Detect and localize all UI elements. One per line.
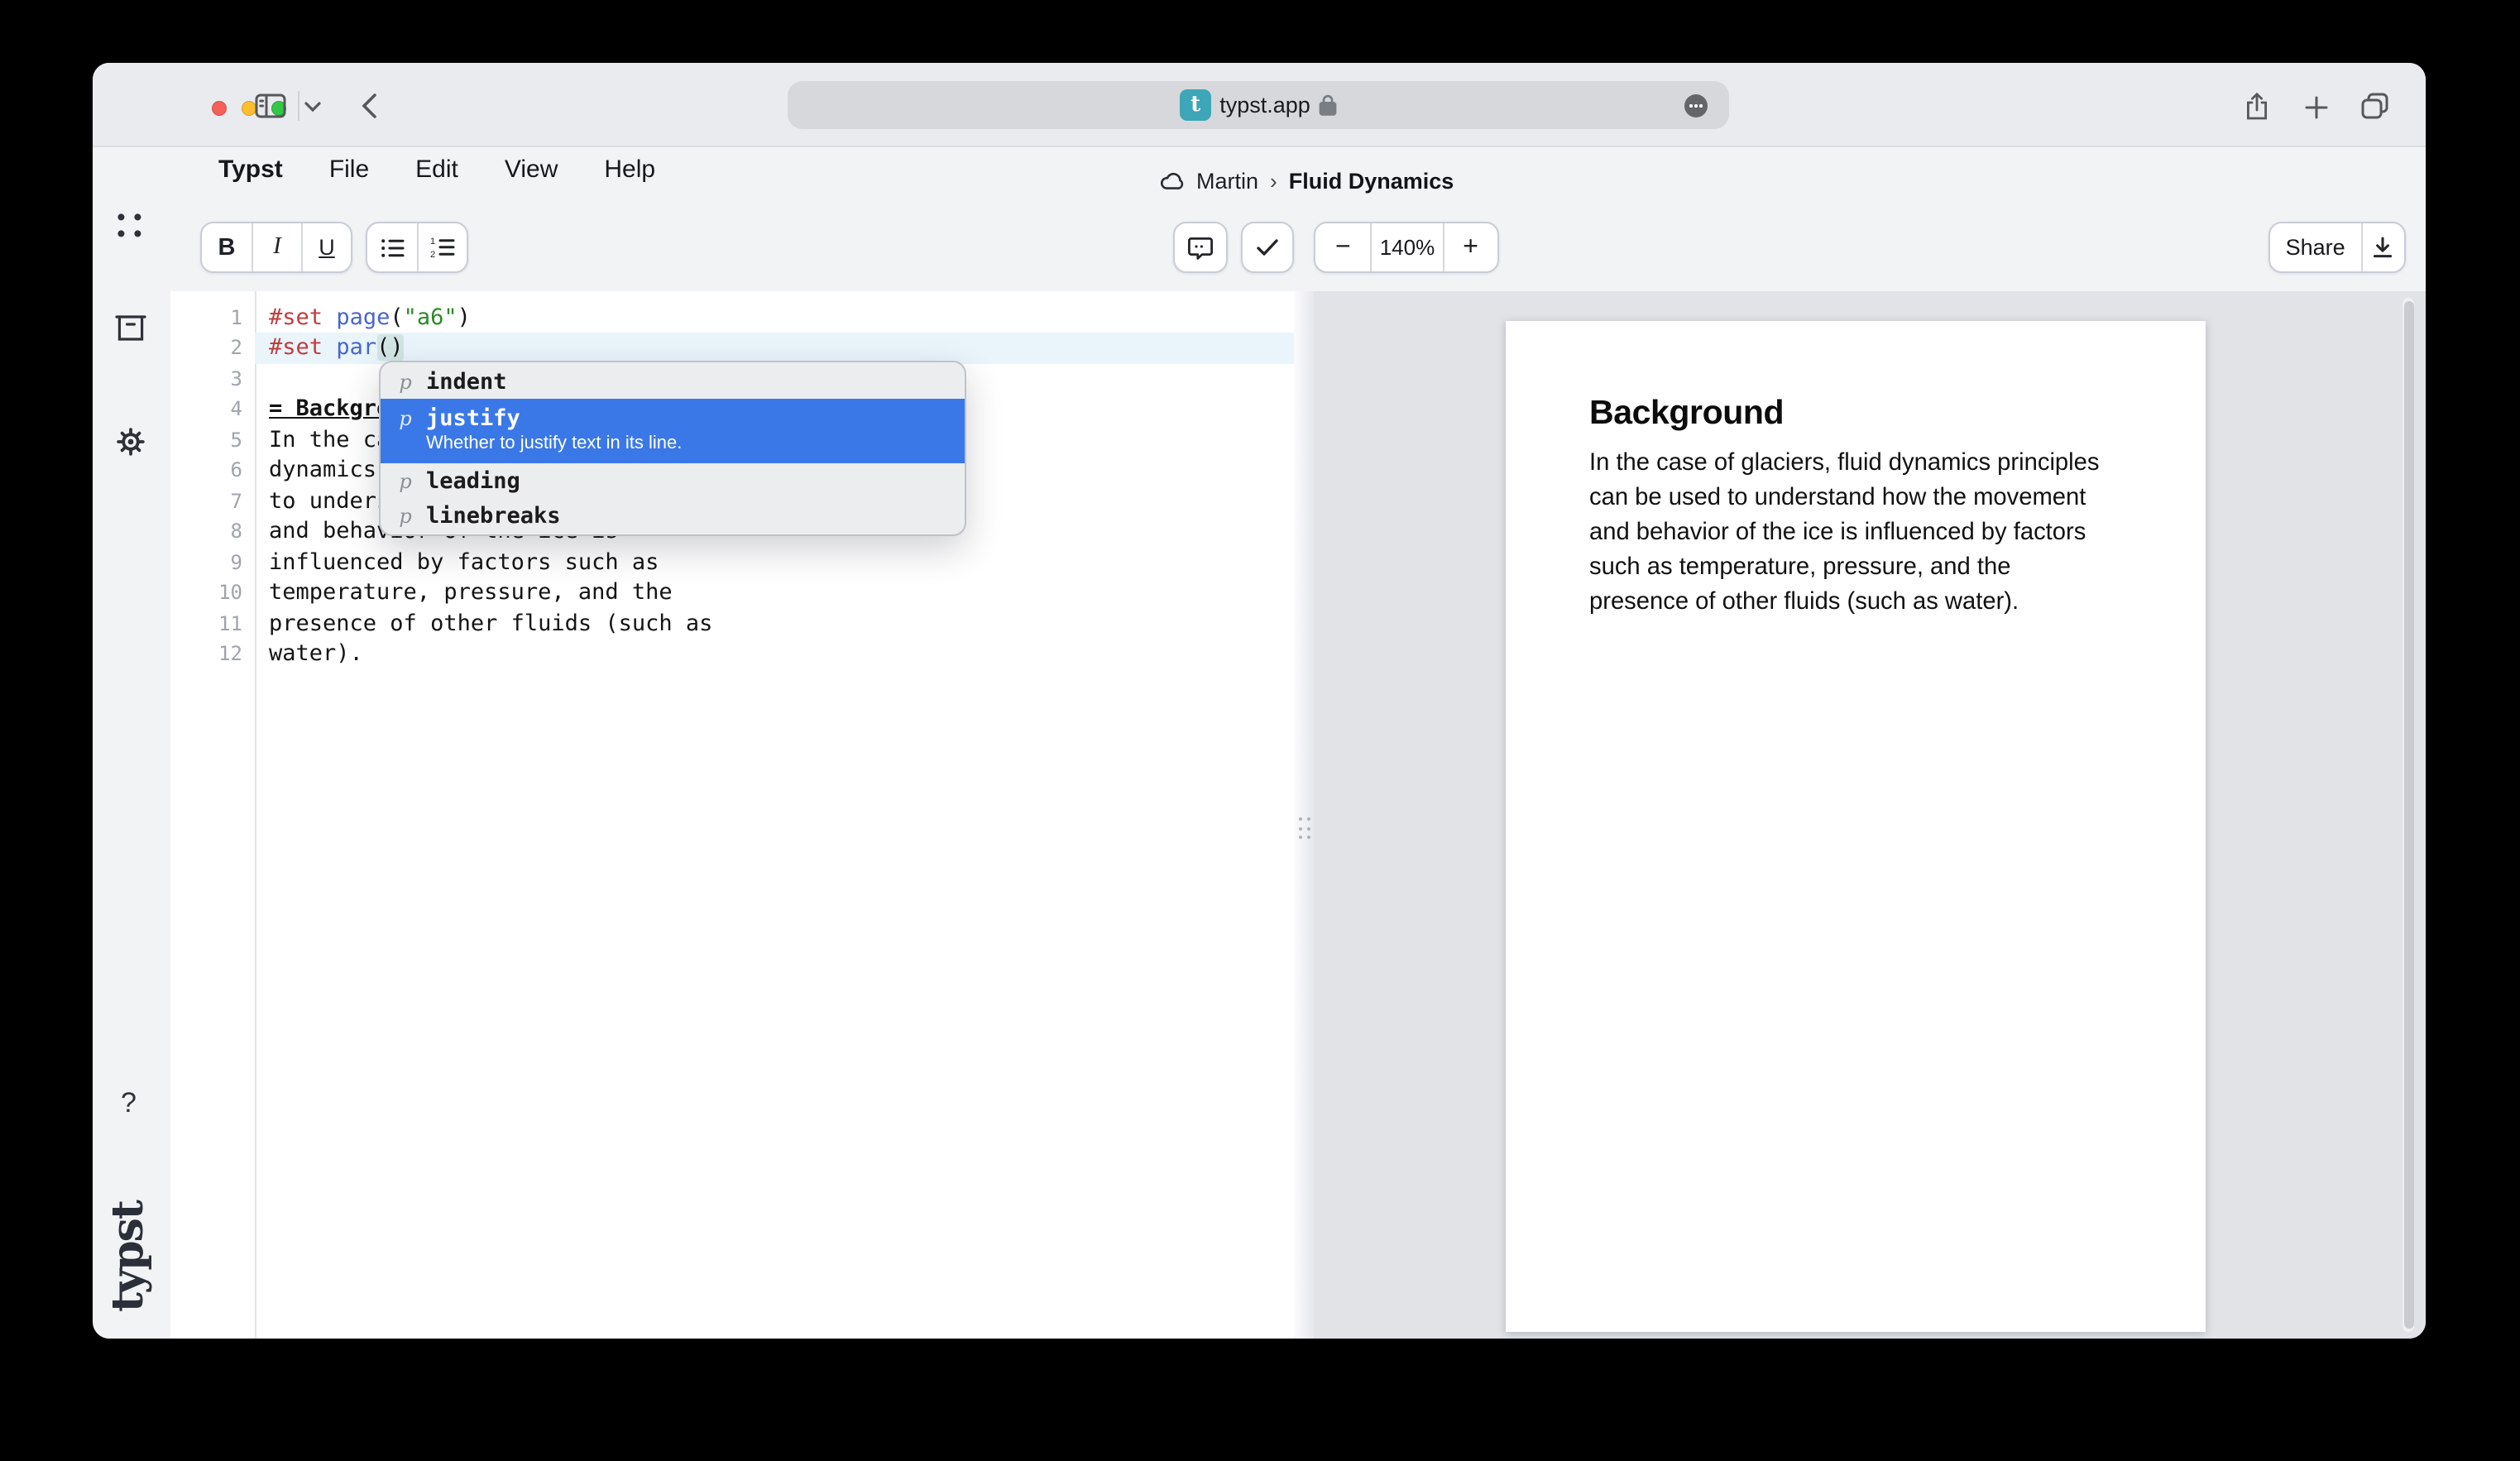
screen: t typst.app [0, 0, 2520, 1461]
underline-button[interactable]: U [301, 223, 351, 271]
line-number: 5 [170, 424, 242, 455]
zoom-level[interactable]: 140% [1371, 223, 1442, 271]
share-button[interactable]: Share [2270, 223, 2360, 271]
line-number: 4 [170, 394, 242, 424]
gear-icon[interactable] [116, 427, 146, 457]
autocomplete-item-justify[interactable]: p justifyWhether to justify text in its l… [380, 399, 964, 463]
files-box-icon[interactable] [114, 314, 147, 342]
app-menubar: Typst File Edit View Help [218, 156, 655, 184]
text-style-group: B I U [200, 222, 352, 273]
help-button[interactable]: ? [121, 1087, 137, 1120]
autocomplete-description: Whether to justify text in its line. [426, 434, 947, 455]
line-number: 9 [170, 547, 242, 577]
autocomplete-label: linebreaks [426, 502, 561, 529]
code-line-2[interactable]: 2 #set par() [170, 333, 1293, 363]
cloud-icon [1160, 172, 1185, 190]
line-number: 11 [170, 608, 242, 639]
checkmark-icon[interactable] [1243, 223, 1292, 271]
dashboard-grid-icon[interactable] [116, 212, 144, 240]
autocomplete-item-indent[interactable]: pindent [380, 364, 964, 399]
tab-overview-icon[interactable] [2361, 93, 2389, 119]
parameter-icon: p [396, 504, 414, 527]
code-line-11[interactable]: 11 presence of other fluids (such as [170, 608, 1293, 639]
scrollbar-thumb[interactable] [2403, 301, 2413, 1329]
code-line-12[interactable]: 12 water). [170, 639, 1293, 669]
url-text: typst.app [1219, 93, 1310, 117]
line-number: 12 [170, 639, 242, 669]
page-options-icon[interactable] [1684, 94, 1708, 117]
list-group: 1 2 [366, 222, 468, 273]
bold-button[interactable]: B [202, 223, 252, 271]
code-line-10[interactable]: 10 temperature, pressure, and the [170, 577, 1293, 608]
parameter-icon: p [396, 407, 414, 430]
code-text: #set par() [269, 333, 404, 363]
menu-edit[interactable]: Edit [415, 156, 458, 184]
svg-text:1: 1 [430, 237, 435, 247]
svg-text:2: 2 [430, 250, 435, 258]
share-page-icon[interactable] [2245, 93, 2268, 121]
line-number: 1 [170, 302, 242, 333]
compile-status-group [1241, 222, 1294, 273]
code-line-9[interactable]: 9 influenced by factors such as [170, 547, 1293, 577]
autocomplete-item-linebreaks[interactable]: p linebreaks [380, 498, 964, 533]
breadcrumb: Martin › Fluid Dynamics [1160, 169, 1454, 194]
document-page: Background In the case of glaciers, flui… [1505, 321, 2205, 1332]
preview-pane: Background In the case of glaciers, flui… [1314, 291, 2426, 1339]
menu-typst[interactable]: Typst [218, 156, 283, 184]
code-line-1[interactable]: 1 #set page("a6") [170, 302, 1293, 333]
breadcrumb-document-title[interactable]: Fluid Dynamics [1289, 169, 1454, 194]
code-text: temperature, pressure, and the [269, 577, 673, 608]
site-favicon: t [1180, 89, 1211, 121]
bullet-list-button[interactable] [367, 223, 417, 271]
drag-handle-icon [1298, 817, 1310, 842]
url-bar[interactable]: t typst.app [788, 81, 1729, 129]
breadcrumb-project[interactable]: Martin [1196, 169, 1258, 194]
zoom-in-button[interactable]: + [1442, 223, 1497, 271]
autocomplete-label: leading [426, 467, 520, 494]
line-number: 2 [170, 333, 242, 363]
divider [298, 91, 299, 121]
code-text: influenced by factors such as [269, 547, 659, 577]
parameter-icon: p [396, 370, 414, 393]
menu-file[interactable]: File [329, 156, 369, 184]
share-group: Share [2268, 222, 2406, 273]
autocomplete-label: indent [426, 368, 507, 395]
code-text: water). [269, 639, 363, 669]
document-paragraph: In the case of glaciers, fluid dynamics … [1589, 447, 2112, 620]
new-tab-icon[interactable] [2305, 96, 2328, 119]
breadcrumb-separator: › [1270, 169, 1277, 194]
line-number: 8 [170, 516, 242, 547]
back-button[interactable] [361, 93, 377, 119]
close-window-button[interactable] [211, 100, 226, 115]
line-number: 6 [170, 455, 242, 486]
autocomplete-label: justify [426, 405, 520, 432]
parameter-icon: p [396, 469, 414, 492]
menu-view[interactable]: View [505, 156, 558, 184]
preview-scrollbar[interactable] [2403, 298, 2414, 1332]
download-icon[interactable] [2360, 223, 2404, 271]
autocomplete-item-leading[interactable]: p leading [380, 463, 964, 498]
typst-logo: typst [104, 1213, 154, 1312]
italic-button[interactable]: I [252, 223, 301, 271]
browser-titlebar: t typst.app [93, 63, 2426, 147]
zoom-control: − 140% + [1314, 222, 1499, 273]
lock-icon [1319, 94, 1337, 116]
line-number: 7 [170, 486, 242, 516]
numbered-list-button[interactable]: 1 2 [417, 223, 467, 271]
sidebar-toggle-icon[interactable] [255, 93, 286, 119]
zoom-out-button[interactable]: − [1315, 223, 1371, 271]
pane-resizer[interactable] [1294, 291, 1314, 1339]
code-text: #set page("a6") [269, 302, 471, 333]
browser-window: t typst.app [93, 63, 2426, 1339]
autocomplete-dropdown: pindentpjustifyWhether to justify text i… [378, 361, 965, 536]
comments-group [1173, 222, 1228, 273]
chevron-down-icon[interactable] [304, 101, 321, 113]
code-text: presence of other fluids (such as [269, 608, 712, 639]
line-number: 10 [170, 577, 242, 608]
minimize-window-button[interactable] [241, 100, 256, 115]
menu-help[interactable]: Help [604, 156, 655, 184]
line-number: 3 [170, 363, 242, 394]
comment-icon[interactable] [1175, 223, 1224, 271]
document-heading: Background [1589, 394, 1784, 434]
